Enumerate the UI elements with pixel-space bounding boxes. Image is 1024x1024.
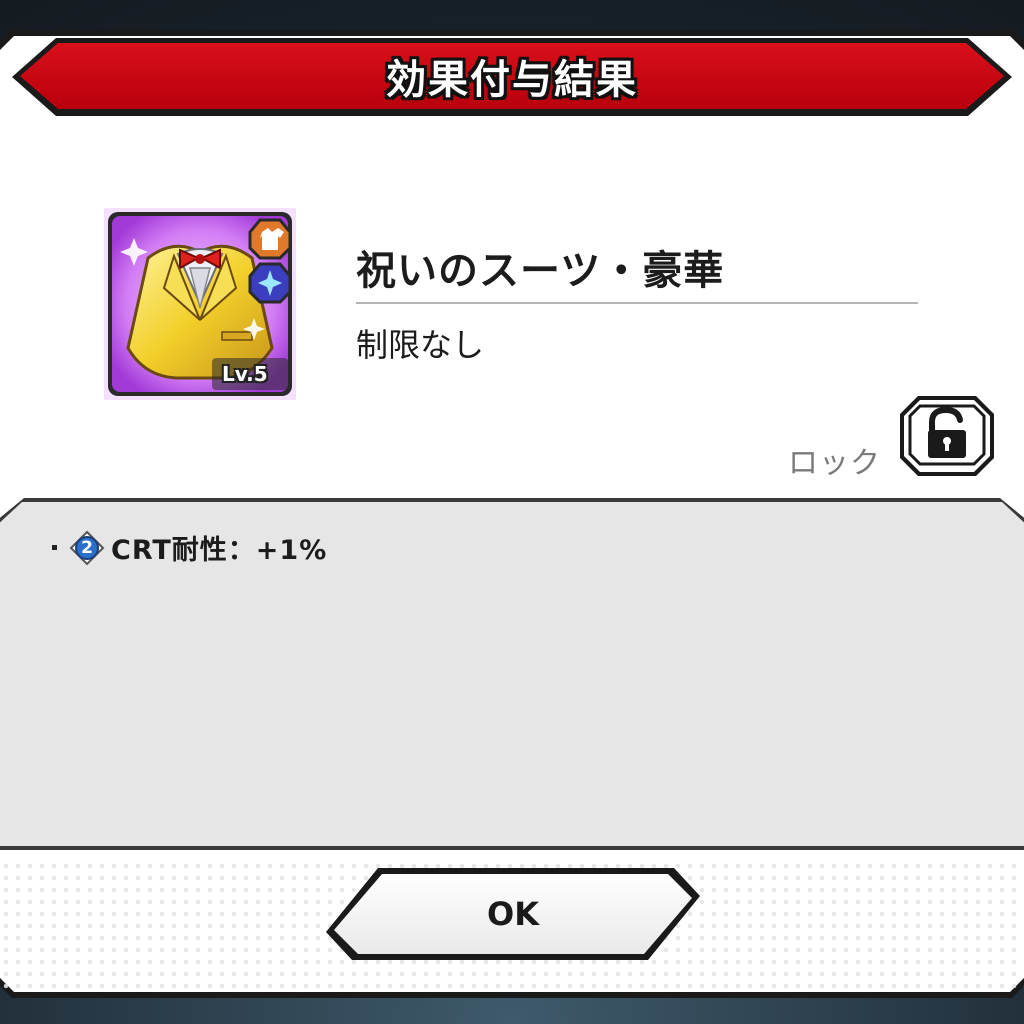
bullet [52,545,57,550]
divider [356,302,918,304]
item-name: 祝いのスーツ・豪華 [356,248,725,294]
item-level: Lv.5 [222,362,268,386]
effect-text: CRT耐性：+1% [111,535,328,566]
lock-button[interactable] [898,394,996,478]
shirt-icon [248,218,292,260]
ok-button[interactable]: OK [334,874,692,954]
item-restriction: 制限なし [356,326,485,364]
effect-item: 2 CRT耐性：+1% [52,528,327,567]
rank-badge: 2 [69,530,105,566]
rank-number: 2 [81,537,93,558]
lock-label: ロック [788,446,881,481]
dialog-title: 効果付与結果 [386,57,638,103]
screen: 効果付与結果 Lv.5 祝いのスーツ・豪華 制限なし ロック 2 CRT耐性：+… [0,0,1024,1024]
sparkle-icon [248,262,292,304]
unlocked-padlock-icon [900,396,994,476]
